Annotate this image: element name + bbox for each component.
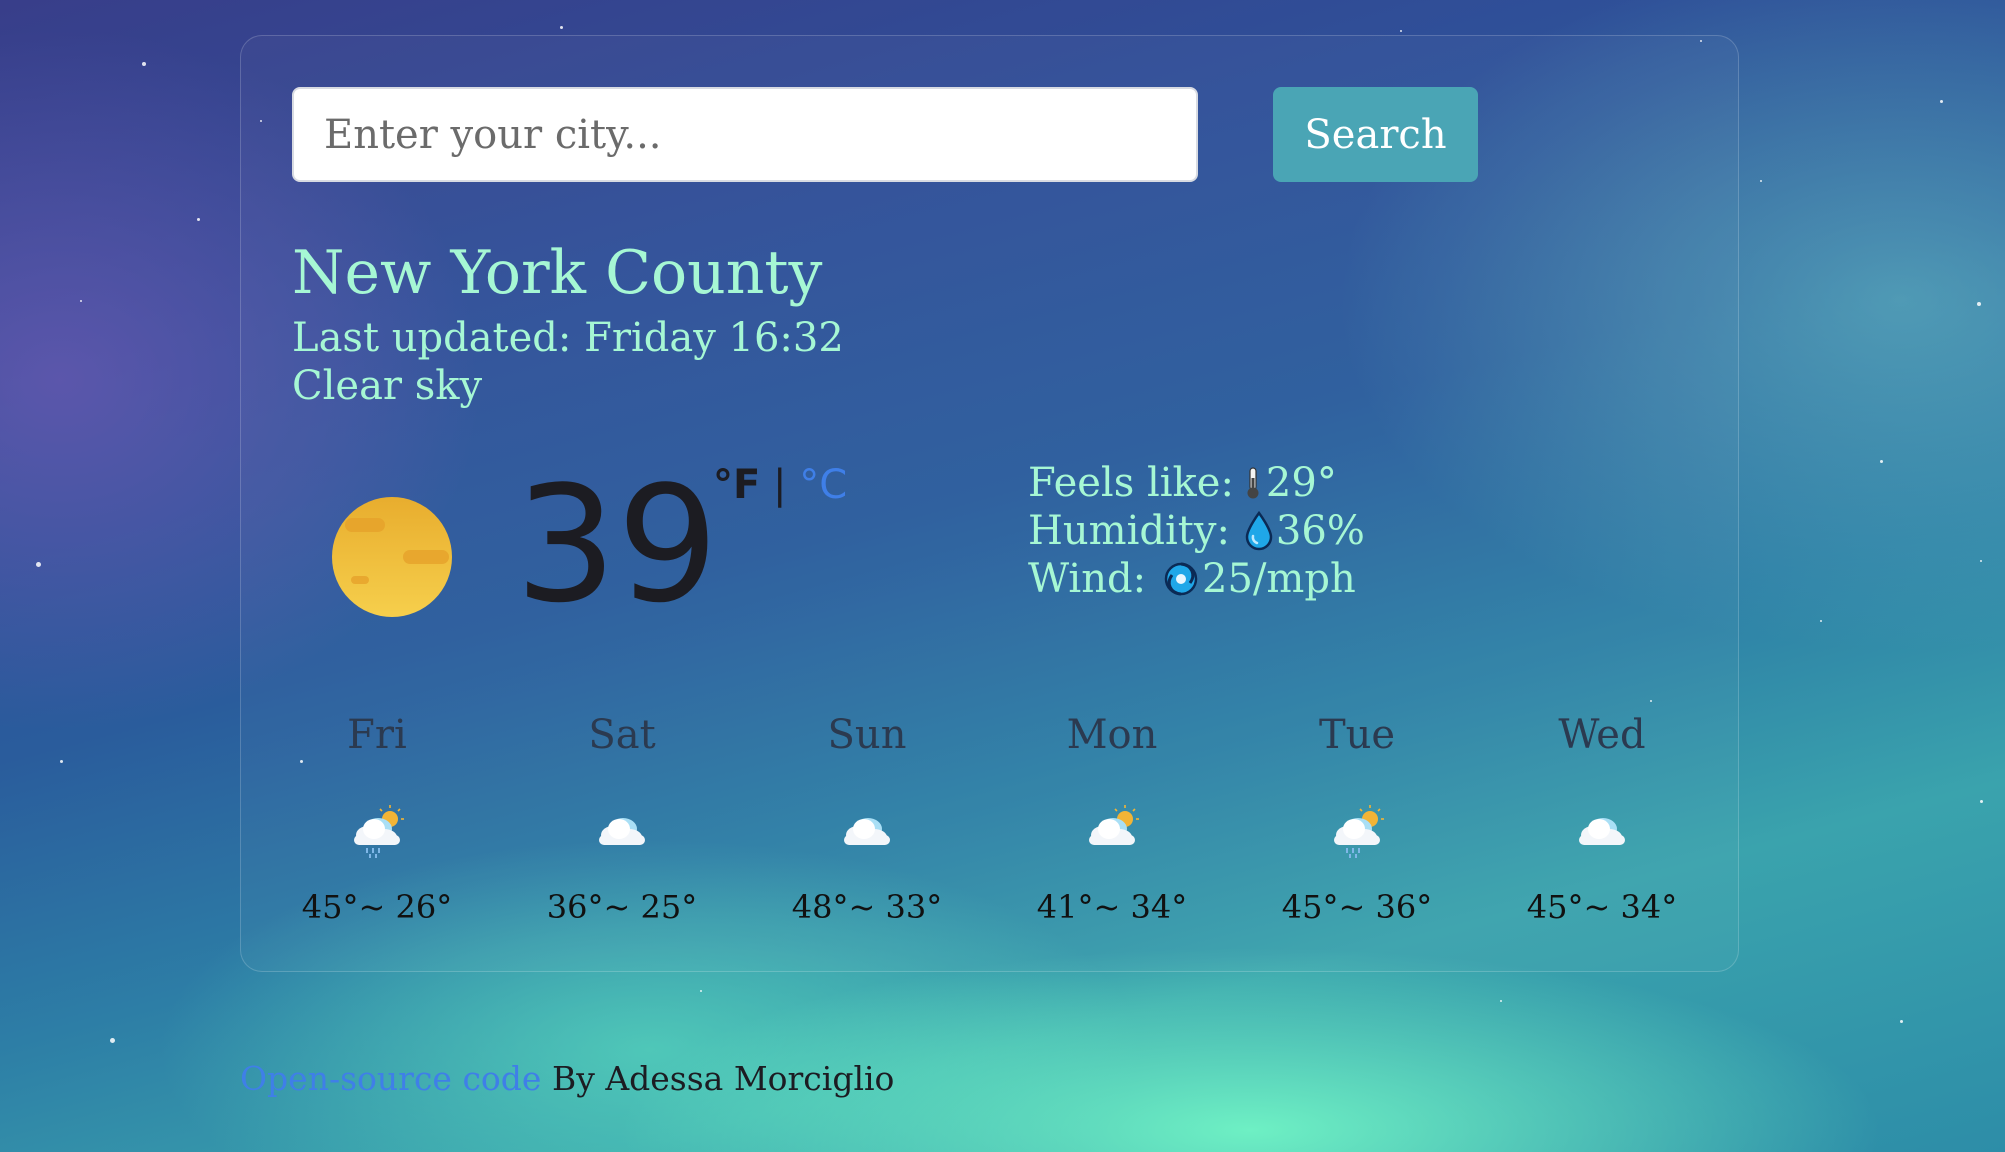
- star: [1500, 1000, 1502, 1002]
- star: [1940, 100, 1943, 103]
- forecast-temps: 45°~ 26°: [301, 888, 453, 926]
- star: [1880, 460, 1883, 463]
- forecast-day-name: Tue: [1318, 712, 1396, 758]
- forecast-temps: 45°~ 34°: [1526, 888, 1678, 926]
- humidity-label: Humidity:: [1028, 508, 1230, 554]
- forecast-day-name: Sat: [588, 712, 656, 758]
- feels-like-label: Feels like:: [1028, 460, 1234, 506]
- feels-like-row: Feels like: 29°: [1028, 459, 1365, 507]
- star: [1400, 30, 1402, 32]
- star: [80, 300, 82, 302]
- wind-swirl-icon: [1164, 562, 1198, 596]
- wind-label: Wind:: [1028, 556, 1147, 602]
- star: [1980, 560, 1982, 562]
- cloud-icon: [844, 818, 890, 845]
- wind-row: Wind: 25/mph: [1028, 555, 1365, 603]
- weather-details: Feels like: 29° Humidity: 36% Wind: 25/m…: [1028, 459, 1365, 603]
- forecast-temps: 45°~ 36°: [1281, 888, 1433, 926]
- city-search-input[interactable]: [292, 87, 1198, 182]
- forecast-temps: 41°~ 34°: [1036, 888, 1188, 926]
- forecast-day: Mon 41°~ 34°: [1012, 715, 1212, 923]
- forecast-day-name: Mon: [1066, 712, 1158, 758]
- unit-separator: |: [773, 462, 787, 508]
- open-source-link[interactable]: Open-source code: [240, 1059, 541, 1098]
- last-updated: Last updated: Friday 16:32: [292, 315, 844, 361]
- partly-cloudy-icon: [1089, 805, 1139, 845]
- humidity-row: Humidity: 36%: [1028, 507, 1365, 555]
- cloud-icon: [1579, 818, 1625, 845]
- wind-value: 25/mph: [1202, 556, 1356, 602]
- star: [1980, 800, 1983, 803]
- fahrenheit-unit[interactable]: °F: [713, 462, 760, 508]
- star: [142, 62, 146, 66]
- forecast-day: Fri 45°~ 26°: [277, 715, 477, 923]
- star: [1900, 1020, 1903, 1023]
- water-drop-icon: [1245, 511, 1273, 551]
- star: [1760, 180, 1762, 182]
- author-credit: By Adessa Morciglio: [541, 1059, 895, 1098]
- forecast-day-name: Sun: [827, 712, 907, 758]
- forecast-day: Wed 45°~ 34°: [1502, 715, 1702, 923]
- celsius-unit-link[interactable]: °C: [799, 462, 847, 508]
- current-temperature: 39: [515, 451, 719, 638]
- forecast-day: Sat 36°~ 25°: [522, 715, 722, 923]
- star: [1977, 302, 1981, 306]
- city-name: New York County: [292, 238, 823, 308]
- humidity-value: 36%: [1275, 508, 1365, 554]
- thermometer-icon: [1247, 467, 1259, 499]
- forecast-day-name: Fri: [347, 712, 407, 758]
- partly-cloudy-rain-icon: [1334, 805, 1384, 858]
- star: [1820, 620, 1822, 622]
- unit-toggle: °F | °C: [713, 465, 847, 505]
- sun-icon: [332, 497, 452, 617]
- star: [700, 990, 702, 992]
- star: [60, 760, 63, 763]
- search-button[interactable]: Search: [1273, 87, 1478, 182]
- cloud-icon: [599, 818, 645, 845]
- forecast-day: Tue 45°~ 36°: [1257, 715, 1457, 923]
- footer: Open-source code By Adessa Morciglio: [240, 1062, 894, 1095]
- star: [36, 562, 41, 567]
- partly-cloudy-rain-icon: [354, 805, 404, 858]
- forecast-temps: 48°~ 33°: [791, 888, 943, 926]
- feels-like-value: 29°: [1265, 460, 1337, 506]
- star: [197, 218, 200, 221]
- forecast-day: Sun 48°~ 33°: [767, 715, 967, 923]
- forecast-temps: 36°~ 25°: [546, 888, 698, 926]
- weather-description: Clear sky: [292, 363, 483, 409]
- forecast-day-name: Wed: [1558, 712, 1646, 758]
- star: [110, 1038, 115, 1043]
- star: [560, 26, 563, 29]
